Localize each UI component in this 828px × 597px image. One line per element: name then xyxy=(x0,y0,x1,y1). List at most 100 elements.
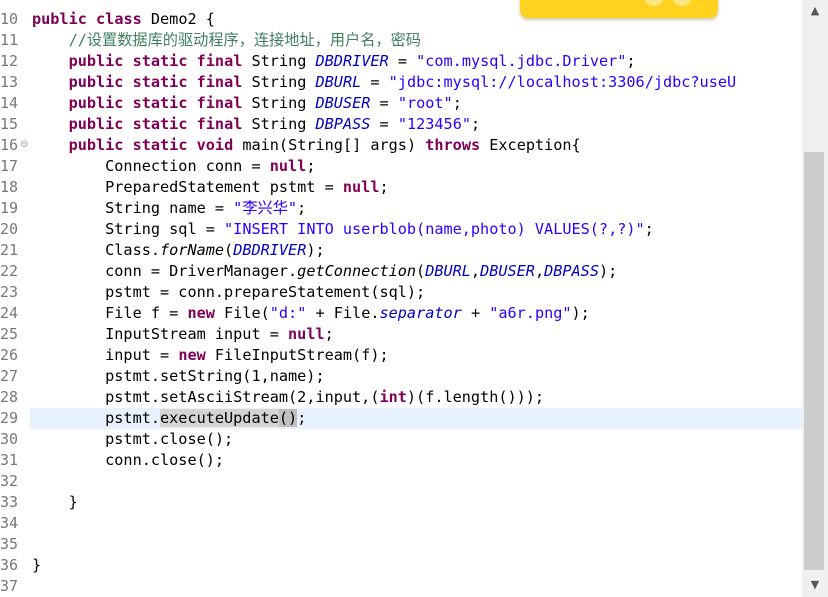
code-token: ; xyxy=(324,325,334,343)
code-line[interactable]: String sql = "INSERT INTO userblob(name,… xyxy=(30,219,802,240)
popup-decoration xyxy=(644,0,664,6)
code-token: ; xyxy=(297,409,307,427)
code-line-text: input = new FileInputStream(f); xyxy=(32,345,389,366)
code-line[interactable]: PreparedStatement pstmt = null; xyxy=(30,177,802,198)
code-token: String xyxy=(242,73,316,91)
code-line-text: conn.close(); xyxy=(32,450,224,471)
chevron-up-icon[interactable]: ▲ xyxy=(802,2,828,20)
code-line-text: InputStream input = null; xyxy=(32,324,334,345)
code-line[interactable]: } xyxy=(30,555,802,576)
code-line[interactable]: conn.close(); xyxy=(30,450,802,471)
code-line[interactable]: } xyxy=(30,492,802,513)
keyword-token: class xyxy=(96,10,142,28)
line-number: 18 xyxy=(0,178,19,196)
code-line[interactable]: InputStream input = null; xyxy=(30,324,802,345)
method-token: getConnection xyxy=(297,262,417,280)
code-line[interactable]: pstmt.setAsciiStream(2,input,(int)(f.len… xyxy=(30,387,802,408)
line-number: 12 xyxy=(0,52,19,70)
code-token: = xyxy=(361,73,389,91)
code-token: File( xyxy=(214,304,270,322)
line-number: 34 xyxy=(0,514,19,532)
code-line[interactable]: Class.forName(DBDRIVER); xyxy=(30,240,802,261)
line-number: 32 xyxy=(0,472,19,490)
code-line-text: public static final String DBPASS = "123… xyxy=(32,114,481,135)
line-number: 37 xyxy=(0,577,19,595)
string-token: "李兴华" xyxy=(233,199,298,217)
code-line[interactable] xyxy=(30,471,802,492)
keyword-token: null xyxy=(269,157,307,175)
code-line[interactable] xyxy=(30,534,802,555)
keyword-token: static xyxy=(132,94,188,112)
code-line[interactable]: File f = new File("d:" + File.separator … xyxy=(30,303,802,324)
code-token: + File. xyxy=(306,304,380,322)
code-line[interactable]: pstmt = conn.prepareStatement(sql); xyxy=(30,282,802,303)
code-line[interactable] xyxy=(30,513,802,534)
code-token: File f = xyxy=(32,304,188,322)
code-token: = xyxy=(370,115,398,133)
code-line[interactable]: input = new FileInputStream(f); xyxy=(30,345,802,366)
fold-toggle-icon[interactable]: ⊖ xyxy=(20,140,29,150)
code-line-text: Connection conn = null; xyxy=(32,156,315,177)
line-number: 22 xyxy=(0,262,19,280)
code-line[interactable]: public static final String DBURL = "jdbc… xyxy=(30,72,802,93)
field-token: DBDRIVER xyxy=(233,241,307,259)
code-line-text: } xyxy=(32,492,78,513)
line-number: 14 xyxy=(0,94,19,112)
code-token: pstmt = conn.prepareStatement(sql); xyxy=(32,283,426,301)
method-token: forName xyxy=(160,241,225,259)
code-line-text: } xyxy=(32,555,41,576)
line-number: 21 xyxy=(0,241,19,259)
notification-popup[interactable] xyxy=(520,0,718,18)
code-line[interactable]: Connection conn = null; xyxy=(30,156,802,177)
string-token: "root" xyxy=(397,94,453,112)
code-line[interactable]: pstmt.close(); xyxy=(30,429,802,450)
code-line-text: pstmt = conn.prepareStatement(sql); xyxy=(32,282,425,303)
code-token: ; xyxy=(626,52,636,70)
string-token: "com.mysql.jdbc.Driver" xyxy=(416,52,627,70)
code-editor[interactable]: public class Demo2 { //设置数据库的驱动程序，连接地址，用… xyxy=(30,0,802,597)
code-line[interactable] xyxy=(30,576,802,597)
string-token: "d:" xyxy=(269,304,307,322)
chevron-down-icon[interactable]: ▼ xyxy=(802,576,828,594)
scrollbar-thumb[interactable] xyxy=(804,152,824,570)
keyword-token: void xyxy=(196,136,234,154)
field-token: DBURL xyxy=(425,262,471,280)
code-token: input = xyxy=(32,346,179,364)
code-token: Connection conn = xyxy=(32,157,270,175)
code-token: , xyxy=(470,262,481,280)
code-line[interactable]: //设置数据库的驱动程序，连接地址，用户名，密码 xyxy=(30,30,802,51)
code-line[interactable]: public static final String DBUSER = "roo… xyxy=(30,93,802,114)
code-line[interactable]: public static void main(String[] args) t… xyxy=(30,135,802,156)
code-line[interactable]: String name = "李兴华"; xyxy=(30,198,802,219)
code-token: FileInputStream(f); xyxy=(205,346,389,364)
code-line-text: public static void main(String[] args) t… xyxy=(32,135,581,156)
code-line[interactable]: conn = DriverManager.getConnection(DBURL… xyxy=(30,261,802,282)
string-token: "a6r.png" xyxy=(489,304,572,322)
code-line[interactable]: pstmt.setString(1,name); xyxy=(30,366,802,387)
code-token: )(f.length())); xyxy=(406,388,545,406)
code-token: String xyxy=(242,94,316,112)
code-line-text: //设置数据库的驱动程序，连接地址，用户名，密码 xyxy=(32,30,421,51)
vertical-scrollbar[interactable]: ▲ ▼ xyxy=(802,0,828,597)
code-line[interactable]: pstmt.executeUpdate(); xyxy=(30,408,802,429)
code-token: ( xyxy=(416,262,426,280)
code-token: , xyxy=(534,262,545,280)
code-line[interactable]: public static final String DBPASS = "123… xyxy=(30,114,802,135)
code-token: ; xyxy=(379,178,389,196)
line-number: 17 xyxy=(0,157,19,175)
keyword-token: null xyxy=(342,178,380,196)
code-line-text: conn = DriverManager.getConnection(DBURL… xyxy=(32,261,617,282)
code-token: ); xyxy=(571,304,590,322)
code-token: ); xyxy=(598,262,618,280)
code-token: String name = xyxy=(32,199,234,217)
keyword-token: public xyxy=(68,94,124,112)
code-line-text: public class Demo2 { xyxy=(32,9,215,30)
field-token: DBPASS xyxy=(315,115,371,133)
code-line[interactable]: public static final String DBDRIVER = "c… xyxy=(30,51,802,72)
